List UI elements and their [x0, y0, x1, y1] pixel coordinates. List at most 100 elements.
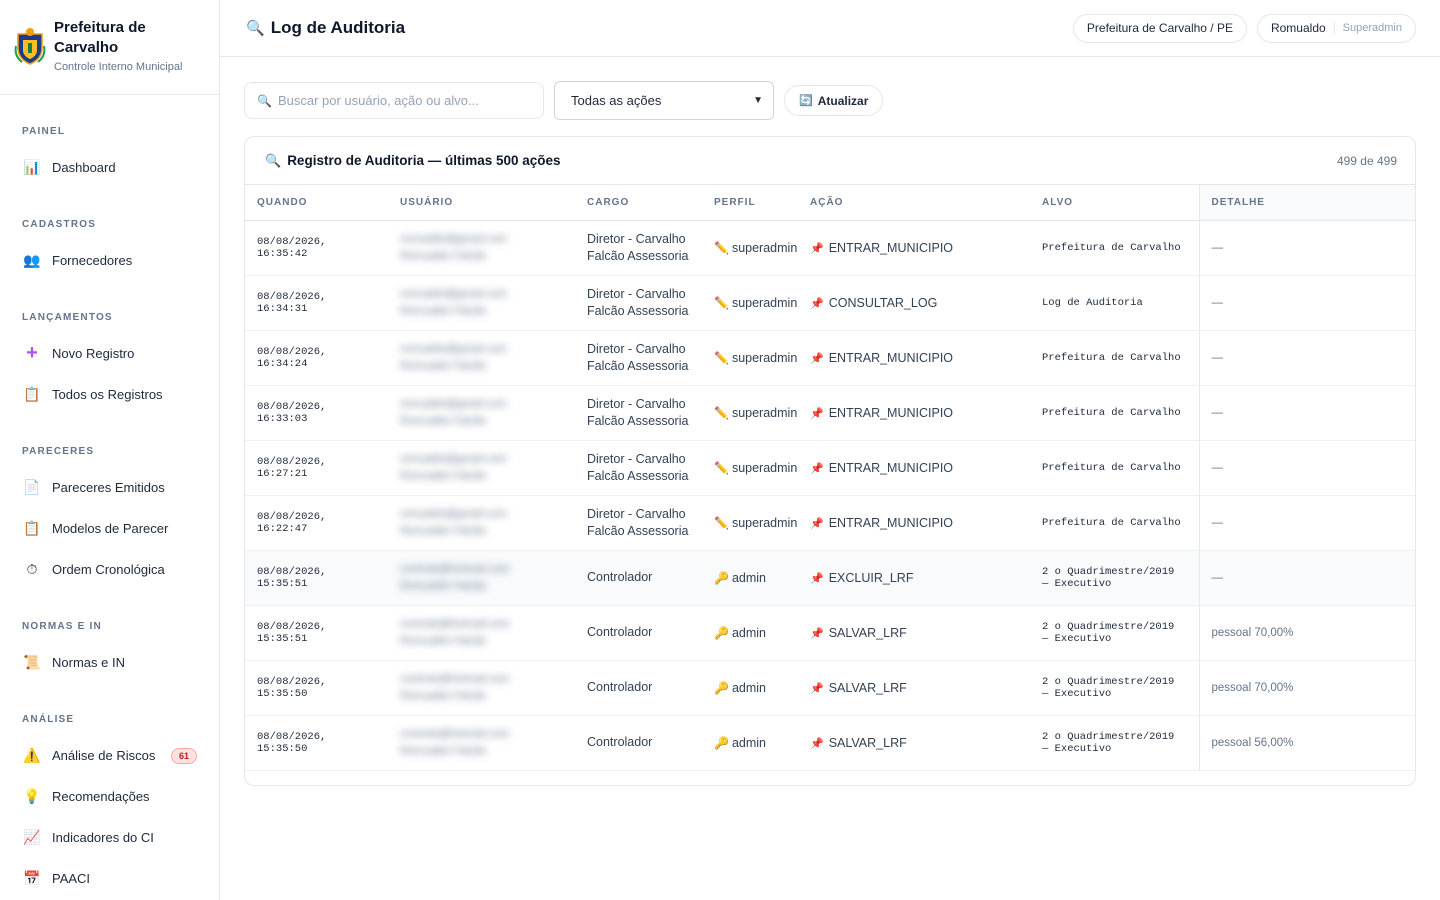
table-row[interactable]: 08/08/2026, 16:33:03 romualdo@gmail.com Ro…	[245, 385, 1415, 441]
column-header-usuario[interactable]: USUÁRIO	[388, 185, 575, 221]
cell-usuario: romualdo@gmail.com Romualdo Falcão	[388, 440, 575, 496]
sidebar-item-fornecedores[interactable]: 👥 Fornecedores	[22, 240, 197, 281]
user-menu[interactable]: Romualdo Superadmin	[1256, 13, 1416, 43]
user-full-name: Romualdo Falcão	[400, 249, 487, 262]
table-row[interactable]: 08/08/2026, 16:34:31 romualdo@gmail.com Ro…	[245, 275, 1415, 331]
search-input[interactable]	[277, 93, 528, 108]
perfil-label: admin	[731, 625, 766, 640]
column-header-alvo[interactable]: ALVO	[1030, 185, 1199, 221]
user-full-name: Romualdo Falcão	[400, 524, 487, 537]
cell-detalhe: —	[1198, 330, 1415, 386]
cell-perfil: ✏️ superadmin	[702, 495, 798, 551]
action-filter-select[interactable]: Todas as ações ▼	[554, 81, 774, 120]
card-header: 🔍 Registro de Auditoria — últimas 500 aç…	[245, 137, 1415, 185]
pushpin-icon: 📌	[810, 627, 824, 640]
cell-usuario: controle@hotmail.com Romualdo Falcão	[388, 550, 575, 606]
audit-log-card: 🔍 Registro de Auditoria — últimas 500 aç…	[244, 136, 1416, 786]
pencil-icon: ✏️	[714, 350, 729, 365]
search-box[interactable]: 🔍	[244, 82, 544, 119]
cell-detalhe: —	[1198, 385, 1415, 441]
cell-usuario: romualdo@gmail.com Romualdo Falcão	[388, 495, 575, 551]
column-header-perfil[interactable]: PERFIL	[702, 185, 798, 221]
clipboard-icon: 📋	[23, 520, 41, 536]
acao-label: ENTRAR_MUNICIPIO	[828, 240, 954, 255]
cell-quando: 08/08/2026, 15:35:51	[245, 605, 388, 661]
brand-title: Prefeitura de Carvalho	[54, 19, 146, 56]
column-header-quando[interactable]: QUANDO	[245, 185, 388, 221]
refresh-icon: 🔄	[799, 95, 813, 107]
perfil-label: superadmin	[731, 350, 798, 365]
user-full-name: Romualdo Falcão	[400, 634, 487, 647]
sidebar-item-label: Pareceres Emitidos	[52, 480, 165, 495]
column-header-acao[interactable]: AÇÃO	[798, 185, 1030, 221]
sidebar-item-paaci[interactable]: 📅 PAACI	[22, 858, 197, 899]
filter-controls: 🔍 Todas as ações ▼ 🔄 Atualizar	[244, 81, 884, 120]
municipio-selector[interactable]: Prefeitura de Carvalho / PE	[1072, 13, 1247, 43]
cell-alvo: 2 o Quadrimestre/2019 — Executivo	[1030, 550, 1199, 606]
nav-section-title: ANÁLISE	[22, 714, 75, 725]
cell-usuario: romualdo@gmail.com Romualdo Falcão	[388, 385, 575, 441]
magnifier-icon: 🔍	[265, 152, 282, 168]
table-row[interactable]: 08/08/2026, 16:27:21 romualdo@gmail.com Ro…	[245, 440, 1415, 496]
sidebar-item-indicadores[interactable]: 📈 Indicadores do CI	[22, 817, 197, 858]
pencil-icon: ✏️	[714, 240, 729, 255]
cell-perfil: ✏️ superadmin	[702, 385, 798, 441]
sidebar-item-normas-in[interactable]: 📜 Normas e IN	[22, 642, 197, 683]
table-row[interactable]: 08/08/2026, 15:35:51 controle@hotmail.com…	[245, 550, 1415, 606]
sidebar-item-todos-registros[interactable]: 📋 Todos os Registros	[22, 374, 197, 415]
sidebar-item-novo-registro[interactable]: + Novo Registro	[22, 333, 197, 374]
nav-section-title: PARECERES	[22, 446, 95, 457]
cell-perfil: ✏️ superadmin	[702, 330, 798, 386]
sidebar-item-dashboard[interactable]: 📊 Dashboard	[22, 147, 197, 188]
document-icon: 📄	[23, 479, 41, 495]
pushpin-icon: 📌	[810, 517, 824, 530]
user-email: romualdo@gmail.com	[400, 232, 508, 245]
perfil-label: admin	[731, 680, 766, 695]
card-title-text: Registro de Auditoria — últimas 500 açõe…	[287, 153, 561, 168]
nav-section-title: CADASTROS	[22, 219, 97, 230]
sidebar-item-recomendacoes[interactable]: 💡 Recomendações	[22, 776, 197, 817]
cell-detalhe: —	[1198, 550, 1415, 606]
key-icon: 🔑	[714, 625, 729, 640]
sidebar-item-modelos-parecer[interactable]: 📋 Modelos de Parecer	[22, 508, 197, 549]
action-filter-value: Todas as ações	[571, 93, 662, 108]
cell-cargo: Controlador	[575, 550, 702, 606]
topbar: 🔍 Log de Auditoria Prefeitura de Carvalh…	[220, 0, 1440, 57]
perfil-label: admin	[731, 735, 766, 750]
cell-cargo: Controlador	[575, 660, 702, 716]
column-header-cargo[interactable]: CARGO	[575, 185, 702, 221]
cell-alvo: Prefeitura de Carvalho	[1030, 220, 1199, 276]
cell-quando: 08/08/2026, 16:33:03	[245, 385, 388, 441]
cell-alvo: Prefeitura de Carvalho	[1030, 330, 1199, 386]
nav-section-cadastros: CADASTROS 👥 Fornecedores	[0, 219, 219, 281]
cell-perfil: ✏️ superadmin	[702, 440, 798, 496]
cell-detalhe: —	[1198, 275, 1415, 331]
key-icon: 🔑	[714, 570, 729, 585]
perfil-label: superadmin	[731, 460, 798, 475]
cell-quando: 08/08/2026, 16:35:42	[245, 220, 388, 276]
sidebar-item-pareceres-emitidos[interactable]: 📄 Pareceres Emitidos	[22, 467, 197, 508]
users-icon: 👥	[23, 252, 41, 268]
table-row[interactable]: 08/08/2026, 15:35:50 controle@hotmail.com…	[245, 660, 1415, 716]
sidebar-item-ordem-cronologica[interactable]: ⏱ Ordem Cronológica	[22, 549, 197, 590]
sidebar-item-label: Dashboard	[52, 160, 116, 175]
table-row[interactable]: 08/08/2026, 16:34:24 romualdo@gmail.com Ro…	[245, 330, 1415, 386]
table-row[interactable]: 08/08/2026, 15:35:50 controle@hotmail.com…	[245, 715, 1415, 771]
acao-label: EXCLUIR_LRF	[828, 570, 914, 585]
sidebar-item-label: Indicadores do CI	[52, 830, 154, 845]
bar-chart-icon: 📊	[23, 159, 41, 175]
table-row[interactable]: 08/08/2026, 16:22:47 romualdo@gmail.com Ro…	[245, 495, 1415, 551]
sidebar-item-analise-riscos[interactable]: ⚠️ Análise de Riscos 61	[22, 735, 197, 776]
table-row[interactable]: 08/08/2026, 16:35:42 romualdo@gmail.com Ro…	[245, 220, 1415, 276]
column-header-detalhe[interactable]: DETALHE	[1198, 185, 1415, 221]
perfil-label: superadmin	[731, 295, 798, 310]
table-row[interactable]: 08/08/2026, 15:35:51 controle@hotmail.com…	[245, 605, 1415, 661]
cell-perfil: 🔑 admin	[702, 550, 798, 606]
cell-perfil: 🔑 admin	[702, 660, 798, 716]
pushpin-icon: 📌	[810, 407, 824, 420]
sidebar-item-label: Novo Registro	[52, 346, 135, 361]
search-icon: 🔍	[257, 93, 272, 108]
refresh-button[interactable]: 🔄 Atualizar	[784, 85, 884, 116]
acao-label: ENTRAR_MUNICIPIO	[828, 350, 954, 365]
user-email: romualdo@gmail.com	[400, 507, 508, 520]
